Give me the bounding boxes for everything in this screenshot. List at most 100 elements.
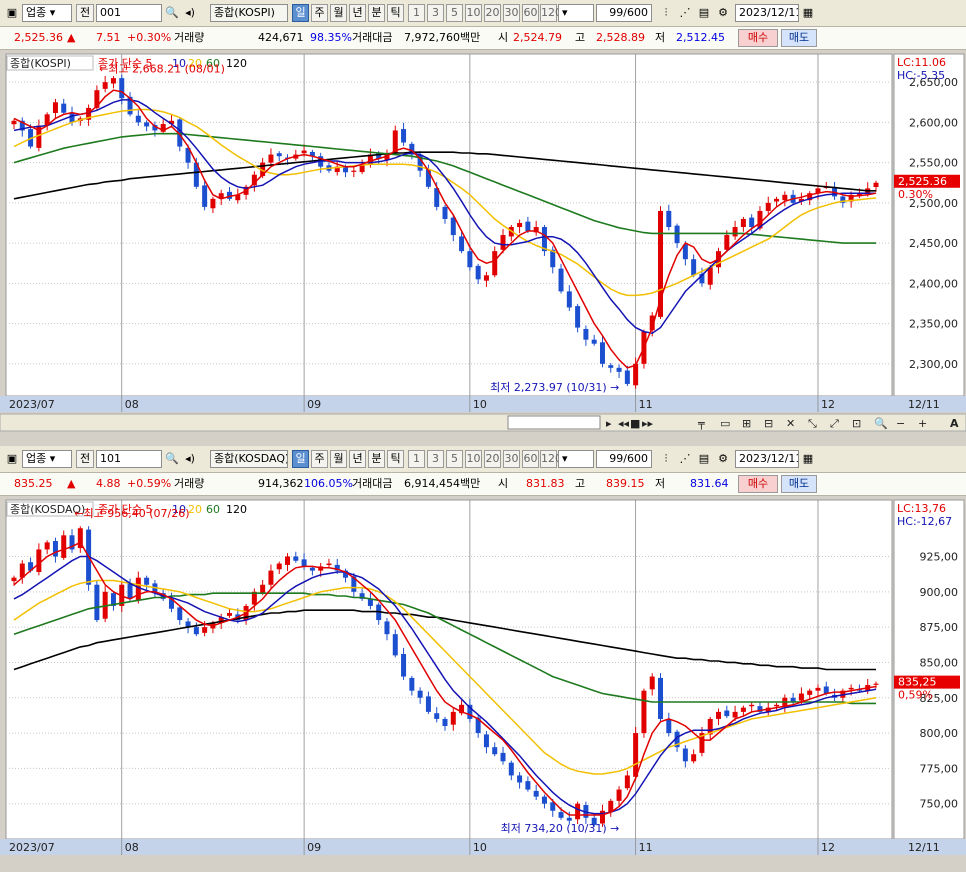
period-minute-tab[interactable]: 분 — [368, 4, 385, 22]
period-minute-tab[interactable]: 분 — [368, 450, 385, 468]
count-field[interactable]: 99/600 — [596, 4, 652, 22]
sound-icon[interactable]: ◂) — [182, 451, 198, 467]
code-all-button[interactable]: 전 — [76, 450, 94, 468]
candle-body — [848, 687, 854, 690]
buy-button[interactable]: 매수 — [738, 29, 778, 47]
line-style-icon[interactable]: ⋰ — [677, 451, 693, 467]
period-year-tab[interactable]: 년 — [349, 450, 366, 468]
minute-3-button[interactable]: 3 — [427, 450, 444, 468]
minute-10-button[interactable]: 10 — [465, 4, 482, 22]
nav-icon-4: ╤ — [697, 417, 705, 430]
candle-body — [666, 210, 672, 228]
x-tick-label: 08 — [125, 398, 139, 411]
code-input[interactable]: 101 — [96, 450, 162, 468]
search-icon[interactable]: 🔍 — [164, 451, 180, 467]
candle-style-icon[interactable]: ⫶ — [658, 451, 674, 467]
period-year-tab[interactable]: 년 — [349, 4, 366, 22]
x-tick-label: 12 — [821, 398, 835, 411]
minute-30-button[interactable]: 30 — [503, 4, 520, 22]
candle-body — [774, 704, 780, 707]
candle-body — [724, 710, 730, 717]
market-select[interactable]: 업종 ▾ — [22, 4, 72, 22]
code-input[interactable]: 001 — [96, 4, 162, 22]
minute-30-button[interactable]: 30 — [503, 450, 520, 468]
candle-body — [716, 711, 722, 719]
save-icon[interactable]: ▤ — [696, 451, 712, 467]
candle-body — [193, 627, 199, 635]
minute-20-button[interactable]: 20 — [484, 450, 501, 468]
minute-20-button[interactable]: 20 — [484, 4, 501, 22]
high-label: 고 — [575, 477, 586, 490]
nav-icon-14: + — [918, 417, 927, 430]
minute-5-button[interactable]: 5 — [446, 4, 463, 22]
line-style-icon[interactable]: ⋰ — [677, 5, 693, 21]
buy-button[interactable]: 매수 — [738, 475, 778, 493]
minute-60-button[interactable]: 60 — [522, 4, 539, 22]
last-price: 2,525.36 — [14, 31, 63, 44]
chart-icon[interactable]: ▣ — [4, 5, 20, 21]
high-marker: ←최고 956,40 (07/26) — [74, 507, 189, 520]
settings-icon[interactable]: ⚙ — [715, 5, 731, 21]
code-all-button[interactable]: 전 — [76, 4, 94, 22]
candle-body — [119, 78, 125, 99]
plot-area — [5, 499, 893, 840]
candle-body — [575, 306, 581, 328]
sound-icon[interactable]: ◂) — [182, 5, 198, 21]
custom-period-select[interactable]: ▾ — [558, 4, 594, 22]
candle-body — [94, 584, 100, 621]
search-icon[interactable]: 🔍 — [164, 5, 180, 21]
candle-style-icon[interactable]: ⫶ — [658, 5, 674, 21]
candle-body — [227, 613, 232, 616]
period-tick-tab[interactable]: 틱 — [387, 450, 404, 468]
minute-120-button[interactable]: 120 — [540, 4, 562, 22]
candle-body — [517, 222, 523, 228]
sell-button[interactable]: 매도 — [781, 29, 817, 47]
period-month-tab[interactable]: 월 — [330, 450, 347, 468]
minute-1-button[interactable]: 1 — [408, 450, 425, 468]
minute-5-button[interactable]: 5 — [446, 450, 463, 468]
period-week-tab[interactable]: 주 — [311, 450, 328, 468]
x-tick-label: 12/11 — [908, 398, 940, 411]
low-marker: 최저 2,273.97 (10/31) → — [490, 381, 619, 394]
candle-body — [508, 762, 514, 776]
minute-1-button[interactable]: 1 — [408, 4, 425, 22]
calendar-icon[interactable]: ▦ — [800, 5, 816, 21]
sell-button[interactable]: 매도 — [781, 475, 817, 493]
period-tick-tab[interactable]: 틱 — [387, 4, 404, 22]
candle-body — [807, 690, 813, 695]
minute-3-button[interactable]: 3 — [427, 4, 444, 22]
amount-label: 거래대금 — [352, 477, 393, 490]
candle-body — [649, 676, 655, 690]
period-month-tab[interactable]: 월 — [330, 4, 347, 22]
market-select[interactable]: 업종 ▾ — [22, 450, 72, 468]
count-field[interactable]: 99/600 — [596, 450, 652, 468]
candle-body — [110, 78, 116, 84]
nav-icon-2: ■ — [630, 417, 640, 430]
calendar-icon[interactable]: ▦ — [800, 451, 816, 467]
candle-body — [268, 570, 274, 585]
custom-period-select[interactable]: ▾ — [558, 450, 594, 468]
minute-10-button[interactable]: 10 — [465, 450, 482, 468]
y-tick-label: 925,00 — [920, 551, 959, 564]
up-arrow: ▲ — [67, 477, 76, 490]
candle-body — [525, 221, 531, 232]
open-value: 2,524.79 — [513, 31, 562, 44]
last-price: 835.25 — [14, 477, 53, 490]
candle-body — [309, 567, 315, 571]
date-field[interactable]: 2023/12/11 — [735, 4, 799, 22]
settings-icon[interactable]: ⚙ — [715, 451, 731, 467]
minute-120-button[interactable]: 120 — [540, 450, 562, 468]
chart-icon[interactable]: ▣ — [4, 451, 20, 467]
kosdaq-chart[interactable]: 750,00775,00800,00825,00850,00875,00900,… — [0, 496, 966, 859]
candle-body — [434, 713, 440, 719]
candle-body — [558, 812, 564, 818]
period-day-tab[interactable]: 일 — [292, 4, 309, 22]
y-tick-label: 2,450,00 — [909, 237, 958, 250]
period-day-tab[interactable]: 일 — [292, 450, 309, 468]
kospi-chart[interactable]: 2,300,002,350,002,400,002,450,002,500,00… — [0, 50, 966, 436]
minute-60-button[interactable]: 60 — [522, 450, 539, 468]
date-field[interactable]: 2023/12/11 — [735, 450, 799, 468]
save-icon[interactable]: ▤ — [696, 5, 712, 21]
x-tick-label: 08 — [125, 841, 139, 854]
period-week-tab[interactable]: 주 — [311, 4, 328, 22]
